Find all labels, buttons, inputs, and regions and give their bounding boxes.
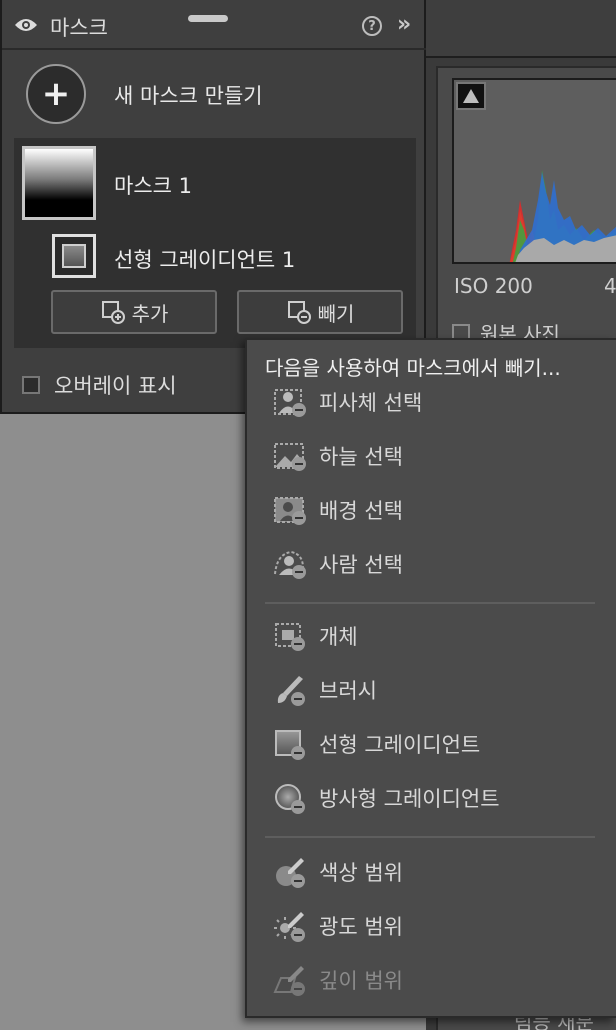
sky-select-icon <box>274 443 306 471</box>
show-overlay-checkbox[interactable] <box>22 376 40 394</box>
menu-item-label: 피사체 선택 <box>319 391 423 415</box>
mask-list: 마스크 1 선형 그레이디언트 1 추가 빼기 <box>14 138 416 348</box>
subtract-menu: 다음을 사용하여 마스크에서 빼기... 피사체 선택 하늘 선택 배경 선택 <box>245 338 616 1018</box>
collapse-icon[interactable]: » <box>397 12 411 37</box>
show-overlay-label: 오버레이 표시 <box>54 374 177 398</box>
menu-item-label: 브러시 <box>319 679 377 703</box>
component-name[interactable]: 선형 그레이디언트 1 <box>114 244 295 274</box>
radial-gradient-icon <box>275 784 305 814</box>
add-button[interactable]: 추가 <box>51 290 217 334</box>
menu-separator <box>265 836 595 838</box>
exposure-readout: 4 <box>604 274 616 298</box>
subtract-button[interactable]: 빼기 <box>237 290 403 334</box>
menu-item-luminance-range[interactable]: 광도 범위 <box>271 906 403 946</box>
shadow-clipping-indicator[interactable] <box>456 82 486 110</box>
brush-icon <box>277 676 305 706</box>
menu-header: 다음을 사용하여 마스크에서 빼기... <box>265 356 561 380</box>
new-mask-button[interactable]: + <box>26 64 86 124</box>
menu-item-label: 개체 <box>319 625 358 649</box>
depth-range-icon <box>273 966 305 996</box>
background-select-icon <box>274 497 306 525</box>
menu-item-sky-select[interactable]: 하늘 선택 <box>271 436 403 476</box>
panel-title: 마스크 <box>50 16 108 40</box>
menu-item-object[interactable]: 개체 <box>271 616 358 656</box>
menu-item-background-select[interactable]: 배경 선택 <box>271 490 403 530</box>
people-select-icon <box>274 550 306 579</box>
color-range-icon <box>276 858 305 888</box>
mask-name[interactable]: 마스크 1 <box>114 170 192 200</box>
menu-item-label: 하늘 선택 <box>319 445 403 469</box>
menu-item-label: 광도 범위 <box>319 915 403 939</box>
menu-item-label: 깊이 범위 <box>319 969 403 993</box>
add-button-label: 추가 <box>131 301 169 326</box>
menu-item-label: 방사형 그레이디언트 <box>319 787 500 811</box>
menu-item-label: 색상 범위 <box>319 861 403 885</box>
component-thumbnail[interactable] <box>52 234 96 278</box>
menu-item-radial-gradient[interactable]: 방사형 그레이디언트 <box>271 778 500 818</box>
menu-item-subject-select[interactable]: 피사체 선택 <box>271 382 422 422</box>
subtract-button-label: 빼기 <box>317 301 355 326</box>
add-mask-icon <box>101 301 125 324</box>
menu-item-label: 사람 선택 <box>319 553 403 577</box>
panel-header: 마스크 ? » <box>2 0 426 50</box>
eye-icon[interactable] <box>14 17 38 33</box>
right-top-bar <box>426 0 616 58</box>
menu-item-color-range[interactable]: 색상 범위 <box>271 852 403 892</box>
menu-item-depth-range[interactable]: 깊이 범위 <box>271 960 403 1000</box>
luminance-range-icon <box>274 912 305 942</box>
object-icon <box>275 623 305 651</box>
plus-icon: + <box>41 74 71 114</box>
show-overlay-toggle[interactable]: 오버레이 표시 <box>22 370 177 400</box>
linear-gradient-icon <box>62 244 86 268</box>
mask-thumbnail[interactable] <box>22 146 96 220</box>
iso-readout: ISO 200 <box>454 274 533 298</box>
menu-item-linear-gradient[interactable]: 선형 그레이디언트 <box>271 724 480 764</box>
menu-item-label: 배경 선택 <box>319 499 403 523</box>
new-mask-label[interactable]: 새 마스크 만들기 <box>114 80 263 110</box>
menu-item-brush[interactable]: 브러시 <box>271 670 377 710</box>
help-icon[interactable]: ? <box>362 16 382 36</box>
subject-select-icon <box>274 389 306 417</box>
subtract-mask-icon <box>287 301 311 324</box>
drag-handle[interactable] <box>188 15 228 22</box>
menu-item-label: 선형 그레이디언트 <box>319 733 481 757</box>
menu-item-people-select[interactable]: 사람 선택 <box>271 544 403 584</box>
linear-gradient-icon <box>275 730 305 760</box>
menu-separator <box>265 602 595 604</box>
